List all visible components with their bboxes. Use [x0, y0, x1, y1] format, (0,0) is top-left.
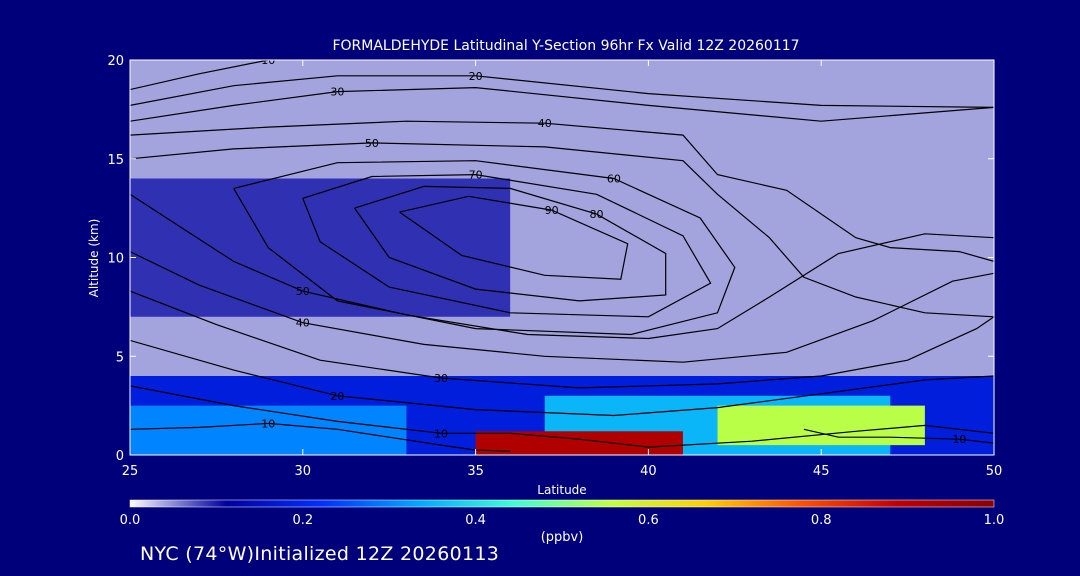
- x-tick-label: 25: [122, 464, 139, 479]
- contour-label: 40: [296, 317, 310, 330]
- contour-label: 10: [434, 427, 448, 440]
- contour-label: 70: [469, 169, 483, 182]
- contour-label: 30: [330, 86, 344, 99]
- contour-label: 20: [330, 390, 344, 403]
- x-tick-label: 40: [640, 464, 657, 479]
- contour-label: 30: [434, 372, 448, 385]
- y-tick-label: 5: [116, 350, 124, 365]
- x-tick-label: 50: [986, 464, 1003, 479]
- contour-label: 90: [545, 204, 559, 217]
- y-axis-label: Altitude (km): [87, 219, 101, 298]
- colorbar-tick-label: 0.8: [811, 513, 832, 528]
- colorbar-tick-label: 0.4: [465, 513, 486, 528]
- colorbar-ramp: [129, 499, 995, 508]
- x-tick-label: 30: [295, 464, 312, 479]
- colorbar-tick-label: 1.0: [984, 513, 1005, 528]
- contour-label: 10: [261, 417, 275, 430]
- contour-label: 20: [469, 70, 483, 83]
- chart-canvas: FORMALDEHYDE Latitudinal Y-Section 96hr …: [87, 38, 1005, 545]
- x-axis-label: Latitude: [537, 483, 586, 497]
- colorbar-tick-label: 0.2: [292, 513, 313, 528]
- y-tick-label: 0: [116, 449, 124, 464]
- colorbar: 0.0 0.2 0.4 0.6 0.8 1.0 (ppbv): [120, 499, 1005, 545]
- contour-label: 60: [607, 173, 621, 186]
- chart-title: FORMALDEHYDE Latitudinal Y-Section 96hr …: [332, 38, 799, 54]
- y-tick-label: 15: [107, 153, 124, 168]
- y-tick-label: 20: [107, 54, 124, 69]
- concentration-field: [130, 60, 994, 455]
- x-tick-label: 45: [813, 464, 830, 479]
- colorbar-ticks: 0.0 0.2 0.4 0.6 0.8 1.0: [120, 513, 1005, 528]
- colorbar-unit-label: (ppbv): [541, 530, 584, 545]
- colorbar-tick-label: 0.6: [638, 513, 659, 528]
- contour-label: 40: [538, 117, 552, 130]
- field-region: [717, 405, 925, 446]
- contour-label: 50: [365, 137, 379, 150]
- colorbar-tick-label: 0.0: [120, 513, 141, 528]
- y-tick-label: 10: [107, 252, 124, 267]
- run-info-footer: NYC (74°W)Initialized 12Z 20260113: [140, 543, 500, 565]
- x-tick-label: 35: [467, 464, 484, 479]
- field-region: [130, 178, 511, 317]
- contour-label: 80: [590, 208, 604, 221]
- contour-label: 50: [296, 285, 310, 298]
- contour-label: 10: [952, 433, 966, 446]
